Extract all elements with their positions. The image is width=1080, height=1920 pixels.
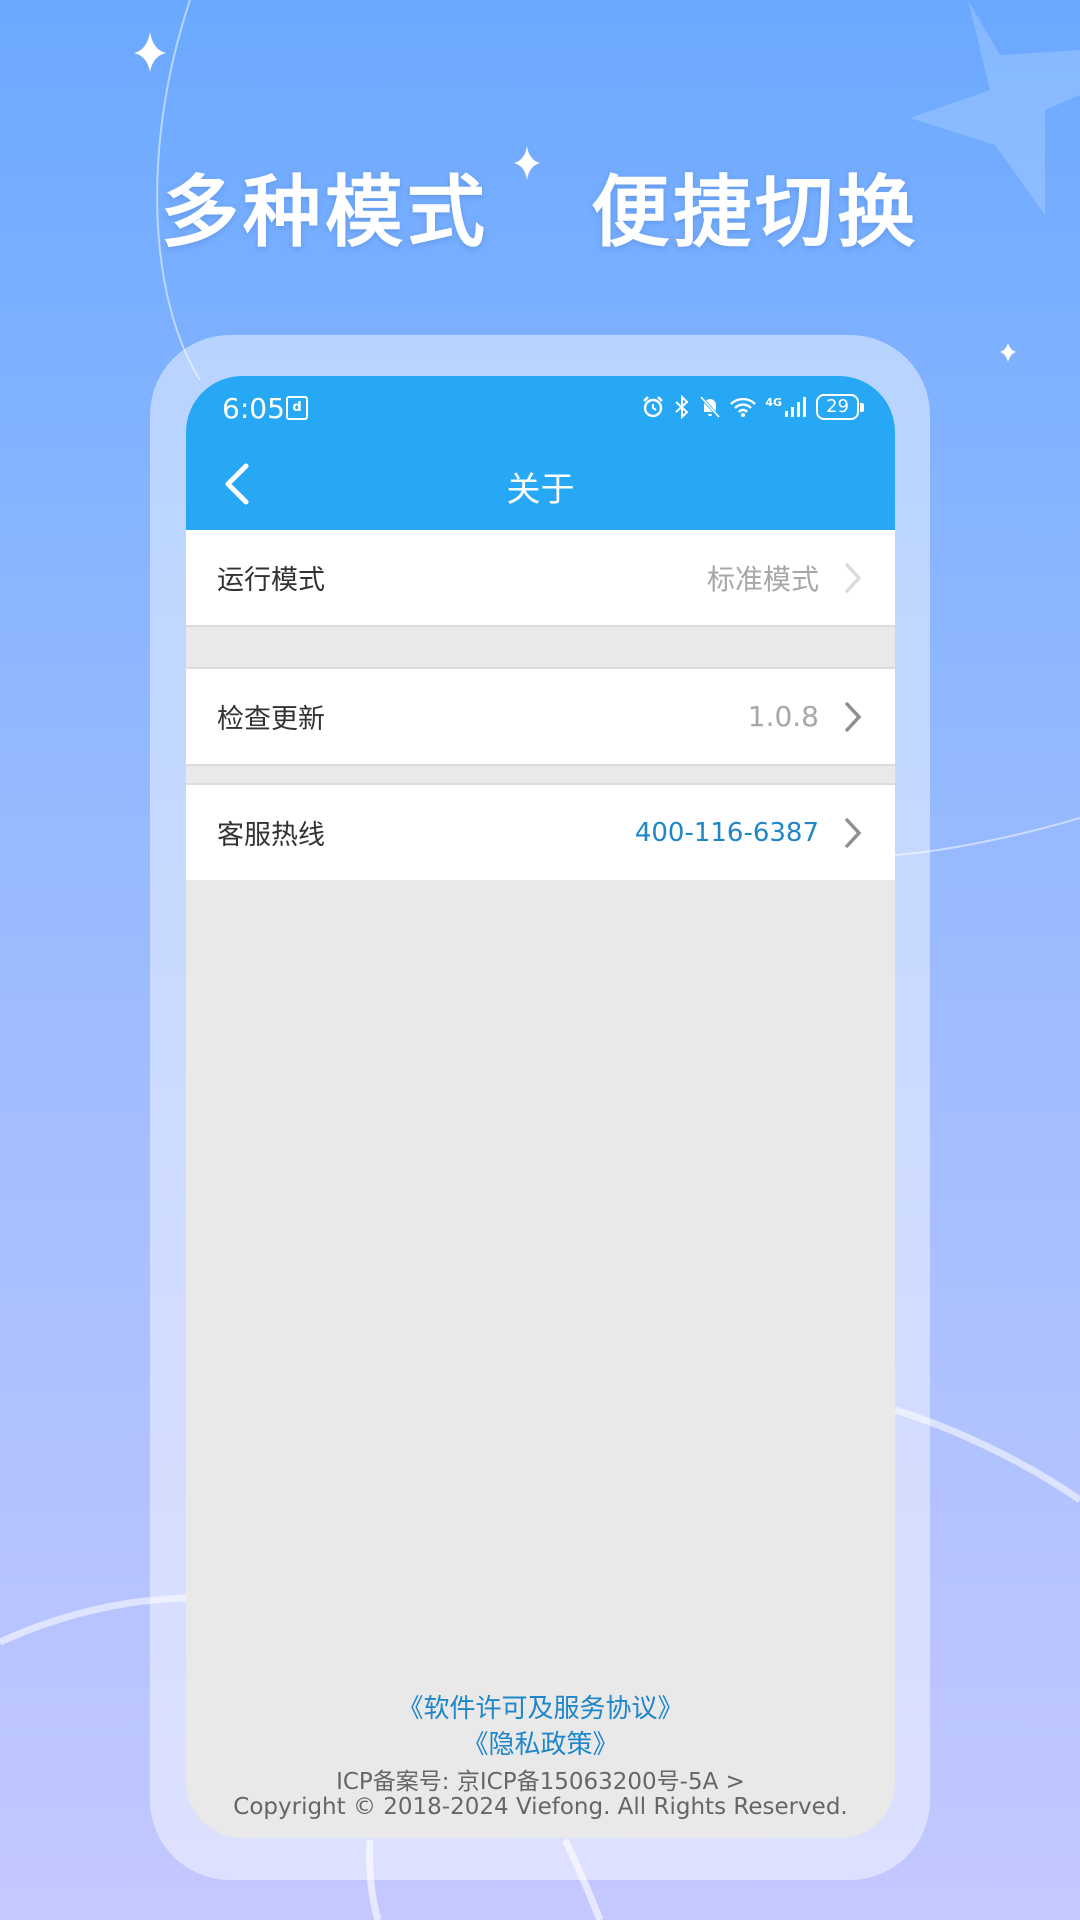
headline-left: 多种模式 [160,168,489,258]
app-bar: 6:05 d 4G 29 关于 [186,376,895,530]
sim-indicator: d [286,396,308,420]
copyright-text: Copyright © 2018-2024 Viefong. All Right… [233,1794,848,1820]
update-value: 1.0.8 [747,700,819,733]
update-label: 检查更新 [217,704,325,735]
mode-label: 运行模式 [217,565,325,596]
title-bar: 关于 [186,438,895,530]
phone-screen: 6:05 d 4G 29 关于 运行模式 标准模式 检查更新 1.0.8 客服热… [186,376,895,1838]
chevron-right-icon [845,563,862,593]
privacy-policy-link[interactable]: 《隐私政策》 [186,1724,895,1761]
mute-icon [700,395,721,419]
headline-right: 便捷切换 [591,168,920,258]
status-icons: 4G 29 [641,394,864,420]
license-agreement-link[interactable]: 《软件许可及服务协议》 [186,1688,895,1725]
settings-row-update[interactable]: 检查更新 1.0.8 [186,669,895,764]
wifi-icon [730,397,757,417]
battery-icon: 29 [816,394,864,420]
promo-headline: 多种模式 便捷切换 [0,150,1080,262]
hotline-number[interactable]: 400-116-6387 [635,818,819,848]
settings-row-mode[interactable]: 运行模式 标准模式 [186,530,895,625]
divider [186,764,895,766]
network-type: 4G [765,395,783,409]
hotline-label: 客服热线 [217,820,325,851]
page-title: 关于 [506,470,575,510]
signal-icon [785,397,807,417]
bluetooth-icon [675,395,689,419]
settings-row-hotline[interactable]: 客服热线 400-116-6387 [186,785,895,880]
divider [186,625,895,627]
status-bar: 6:05 d 4G 29 [186,376,895,438]
chevron-right-icon [845,702,862,732]
alarm-icon [643,396,664,418]
icp-record-link[interactable]: ICP备案号: 京ICP备15063200号-5A > [186,1762,895,1796]
mode-value: 标准模式 [706,562,819,596]
chevron-right-icon [845,818,862,848]
status-time: 6:05 [222,392,285,425]
